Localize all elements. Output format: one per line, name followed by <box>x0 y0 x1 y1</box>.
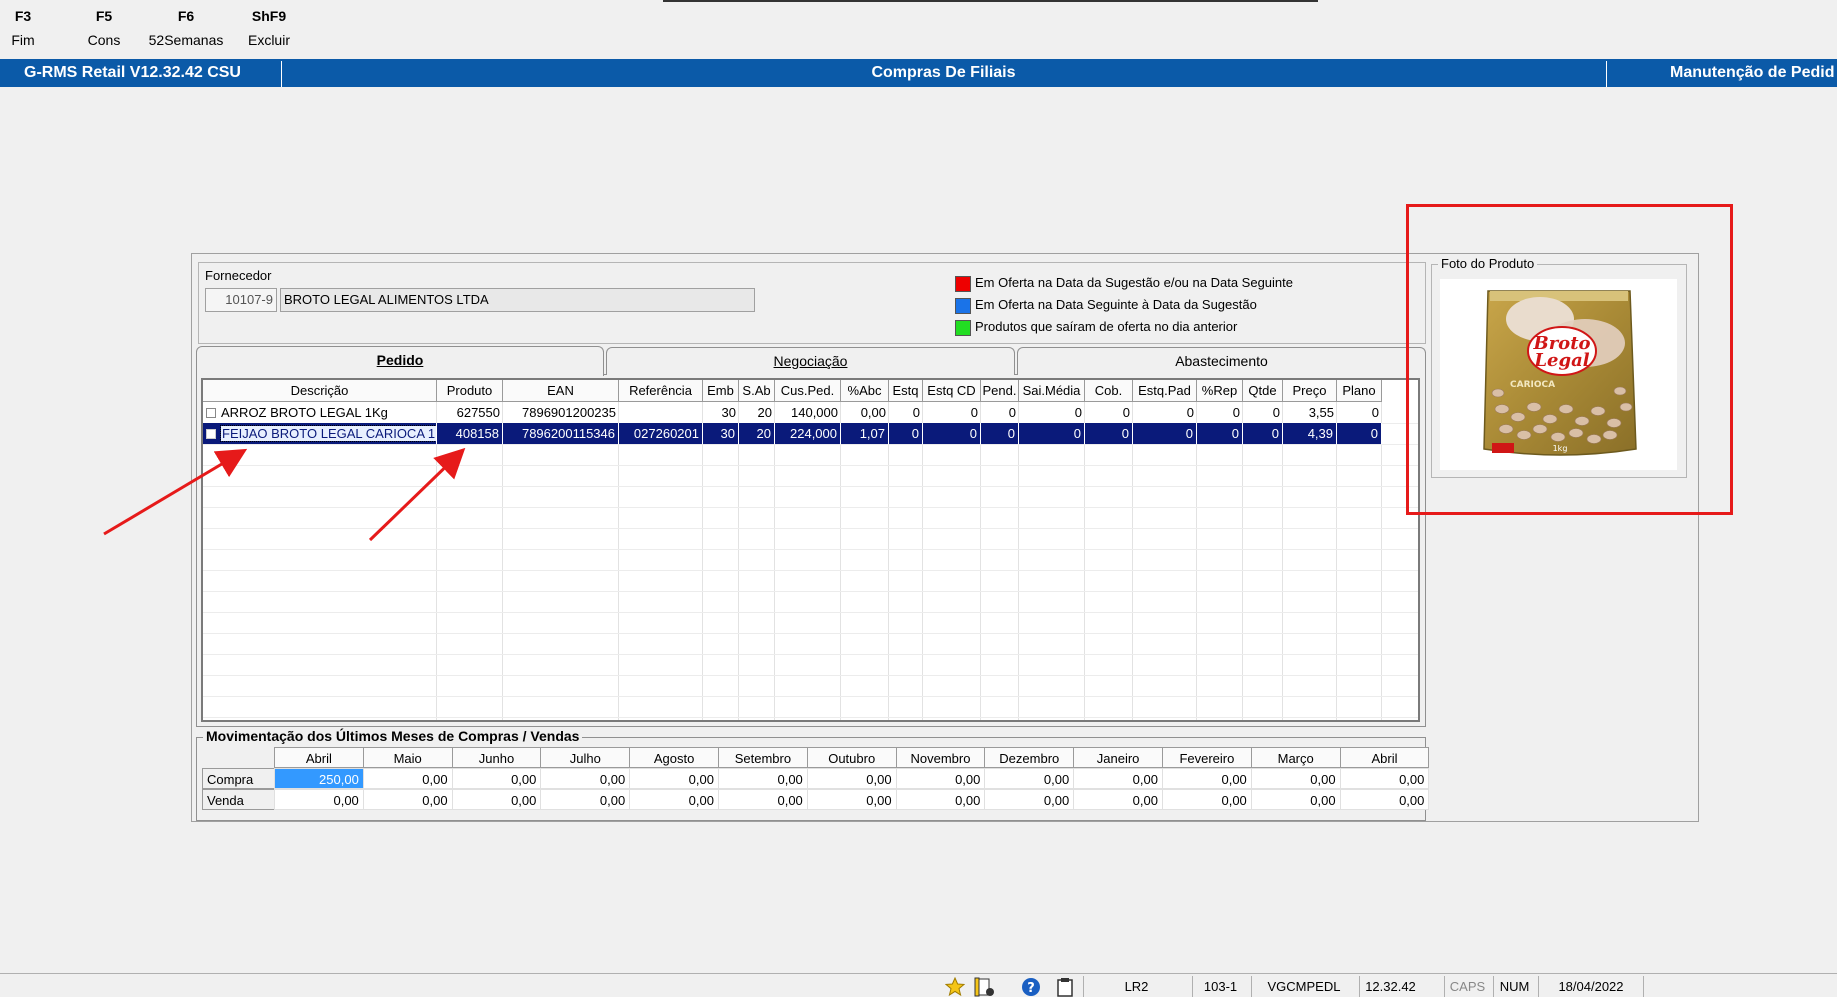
status-date: 18/04/2022 <box>1538 976 1644 997</box>
status-bar: ? LR2 103-1 VGCMPEDL 12.32.42 CAPS NUM 1… <box>0 973 1837 997</box>
status-caps: CAPS <box>1444 976 1490 997</box>
clipboard-icon[interactable] <box>1052 976 1078 997</box>
svg-text:?: ? <box>1027 981 1035 996</box>
annotation-arrows <box>103 447 466 542</box>
document-settings-icon[interactable] <box>972 976 998 997</box>
help-icon[interactable]: ? <box>1018 976 1044 997</box>
status-num: NUM <box>1493 976 1535 997</box>
status-terminal: LR2 <box>1083 976 1189 997</box>
status-store: 103-1 <box>1192 976 1248 997</box>
status-version: 12.32.42 <box>1359 976 1421 997</box>
status-program: VGCMPEDL <box>1251 976 1356 997</box>
arrow-2 <box>368 447 466 542</box>
arrow-1 <box>103 448 248 536</box>
favorite-star-icon[interactable] <box>942 976 968 997</box>
